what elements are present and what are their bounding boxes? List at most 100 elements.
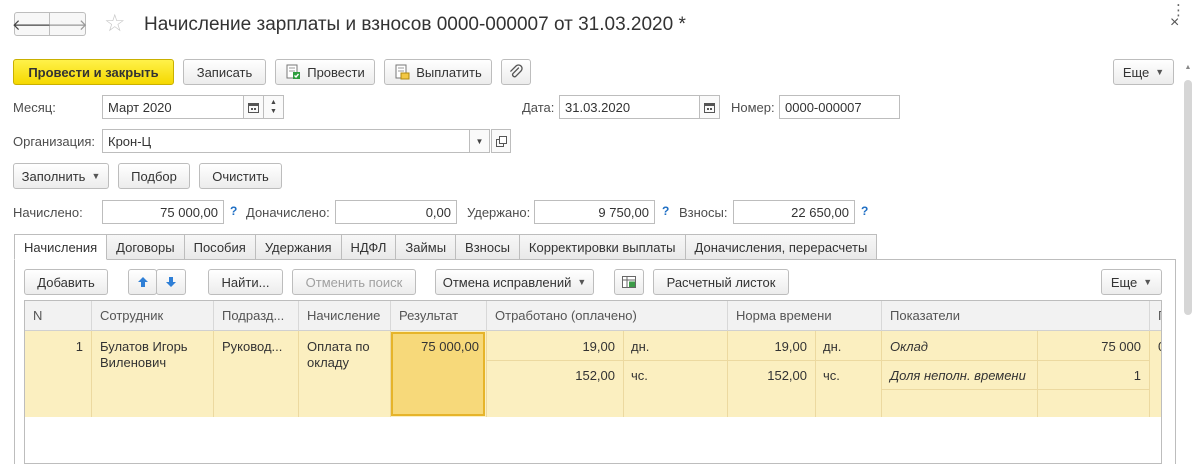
number-value: 0000-000007 (785, 99, 862, 115)
tab-contracts[interactable]: Договоры (107, 234, 185, 260)
window-scrollbar[interactable]: ▲ (1183, 62, 1193, 464)
organization-dropdown-button[interactable]: ▼ (469, 129, 490, 153)
month-field[interactable]: Март 2020 (102, 95, 244, 119)
tab-loans[interactable]: Займы (396, 234, 457, 260)
back-button[interactable]: 🡐 (11, 12, 53, 36)
month-label: Месяц: (13, 100, 56, 115)
fill-label: Заполнить (21, 168, 86, 184)
column-header-indicators[interactable]: Показатели (882, 301, 1150, 331)
column-divider (91, 331, 92, 417)
withheld-help-icon[interactable]: ? (662, 204, 669, 218)
move-down-button[interactable] (156, 269, 186, 295)
arrow-right-icon: 🡒 (47, 16, 88, 34)
column-header-accrual[interactable]: Начисление (299, 301, 391, 331)
worked-days: 19,00 (582, 339, 615, 354)
add-row-button[interactable]: Добавить (24, 269, 108, 295)
indicator-value: 75 000 (1101, 339, 1141, 354)
worked-days-unit: дн. (631, 339, 650, 354)
withheld-field: 9 750,00 (534, 200, 655, 224)
grid-more-button[interactable]: Еще ▼ (1101, 269, 1162, 295)
table-settings-button[interactable] (614, 269, 644, 295)
cancel-corrections-button[interactable]: Отмена исправлений ▼ (435, 269, 594, 295)
fill-button[interactable]: Заполнить ▼ (13, 163, 109, 189)
organization-field[interactable]: Крон-Ц (102, 129, 470, 153)
column-header-n[interactable]: N (25, 301, 92, 331)
pick-button[interactable]: Подбор (118, 163, 190, 189)
column-header-truncated[interactable]: Г (1150, 301, 1161, 331)
payslip-button[interactable]: Расчетный листок (653, 269, 789, 295)
scroll-up-icon[interactable]: ▲ (1183, 64, 1193, 71)
save-button[interactable]: Записать (183, 59, 266, 85)
tab-deductions[interactable]: Удержания (255, 234, 342, 260)
more-button[interactable]: Еще ▼ (1113, 59, 1174, 85)
tab-recalculations[interactable]: Доначисления, перерасчеты (685, 234, 878, 260)
favorite-star-icon[interactable]: ☆ (104, 11, 126, 37)
column-header-result[interactable]: Результат (391, 301, 487, 331)
worked-hours-unit: чс. (631, 368, 648, 383)
pay-button[interactable]: Выплатить (384, 59, 492, 85)
accrued-help-icon[interactable]: ? (230, 204, 237, 218)
date-value: 31.03.2020 (565, 99, 631, 115)
column-header-worked[interactable]: Отработано (оплачено) (487, 301, 728, 331)
find-button[interactable]: Найти... (208, 269, 283, 295)
column-header-employee[interactable]: Сотрудник (92, 301, 214, 331)
month-stepper[interactable]: ▲ ▼ (263, 95, 284, 119)
cancel-search-label: Отменить поиск (305, 274, 403, 290)
number-field[interactable]: 0000-000007 (779, 95, 900, 119)
more-label: Еще (1122, 64, 1150, 80)
withheld-value: 9 750,00 (598, 204, 649, 220)
norm-days-unit: дн. (823, 339, 842, 354)
stepper-up-icon: ▲ (270, 99, 277, 106)
pay-document-icon (395, 64, 410, 80)
tab-benefits[interactable]: Пособия (184, 234, 256, 260)
date-calendar-button[interactable] (699, 95, 720, 119)
accruals-table[interactable]: N Сотрудник Подразд... Начисление Резуль… (24, 300, 1162, 464)
column-header-department[interactable]: Подразд... (214, 301, 299, 331)
accrued-label: Начислено: (13, 205, 83, 220)
extra-accrued-field: 0,00 (335, 200, 457, 224)
accrued-field: 75 000,00 (102, 200, 224, 224)
clear-button[interactable]: Очистить (199, 163, 282, 189)
indicator-name: Доля неполн. времени (890, 368, 1026, 383)
column-divider (213, 331, 214, 417)
indicator-value: 1 (1133, 368, 1141, 383)
date-field[interactable]: 31.03.2020 (559, 95, 700, 119)
move-up-button[interactable] (128, 269, 157, 295)
post-button[interactable]: Провести (275, 59, 375, 85)
pick-label: Подбор (131, 168, 177, 184)
scrollbar-thumb[interactable] (1184, 80, 1192, 315)
tab-ndfl[interactable]: НДФЛ (341, 234, 397, 260)
contributions-help-icon[interactable]: ? (861, 204, 868, 218)
employee-name: Булатов Игорь Виленович (100, 339, 188, 370)
worked-hours: 152,00 (575, 368, 615, 383)
accrual-type: Оплата по окладу (307, 339, 370, 370)
close-icon[interactable]: × (1170, 14, 1179, 32)
organization-open-button[interactable] (491, 129, 511, 153)
tab-contributions[interactable]: Взносы (456, 234, 520, 260)
pay-label: Выплатить (416, 64, 482, 80)
forward-button[interactable]: 🡒 (47, 12, 88, 36)
extra-accrued-label: Доначислено: (246, 205, 330, 220)
tab-bar: Начисления Договоры Пособия Удержания НД… (14, 234, 878, 260)
cancel-search-button[interactable]: Отменить поиск (292, 269, 416, 295)
chevron-down-icon: ▼ (91, 171, 101, 181)
organization-label: Организация: (13, 134, 96, 149)
chevron-down-icon: ▼ (1155, 67, 1165, 77)
norm-days: 19,00 (774, 339, 807, 354)
post-and-close-button[interactable]: Провести и закрыть (13, 59, 174, 85)
subrow-divider (487, 360, 1150, 361)
column-header-norm[interactable]: Норма времени (728, 301, 882, 331)
result-value: 75 000,00 (421, 339, 479, 354)
attach-button[interactable] (501, 59, 531, 85)
norm-hours-unit: чс. (823, 368, 840, 383)
arrow-left-icon: 🡐 (11, 16, 53, 34)
month-calendar-button[interactable] (243, 95, 264, 119)
tab-payment-corrections[interactable]: Корректировки выплаты (519, 234, 686, 260)
post-and-close-label: Провести и закрыть (28, 64, 159, 80)
tab-accruals[interactable]: Начисления (14, 234, 108, 260)
chevron-down-icon: ▼ (1143, 277, 1153, 287)
accrued-value: 75 000,00 (160, 204, 218, 220)
organization-value: Крон-Ц (108, 133, 152, 149)
contributions-value: 22 650,00 (791, 204, 849, 220)
arrow-up-icon (137, 277, 148, 287)
